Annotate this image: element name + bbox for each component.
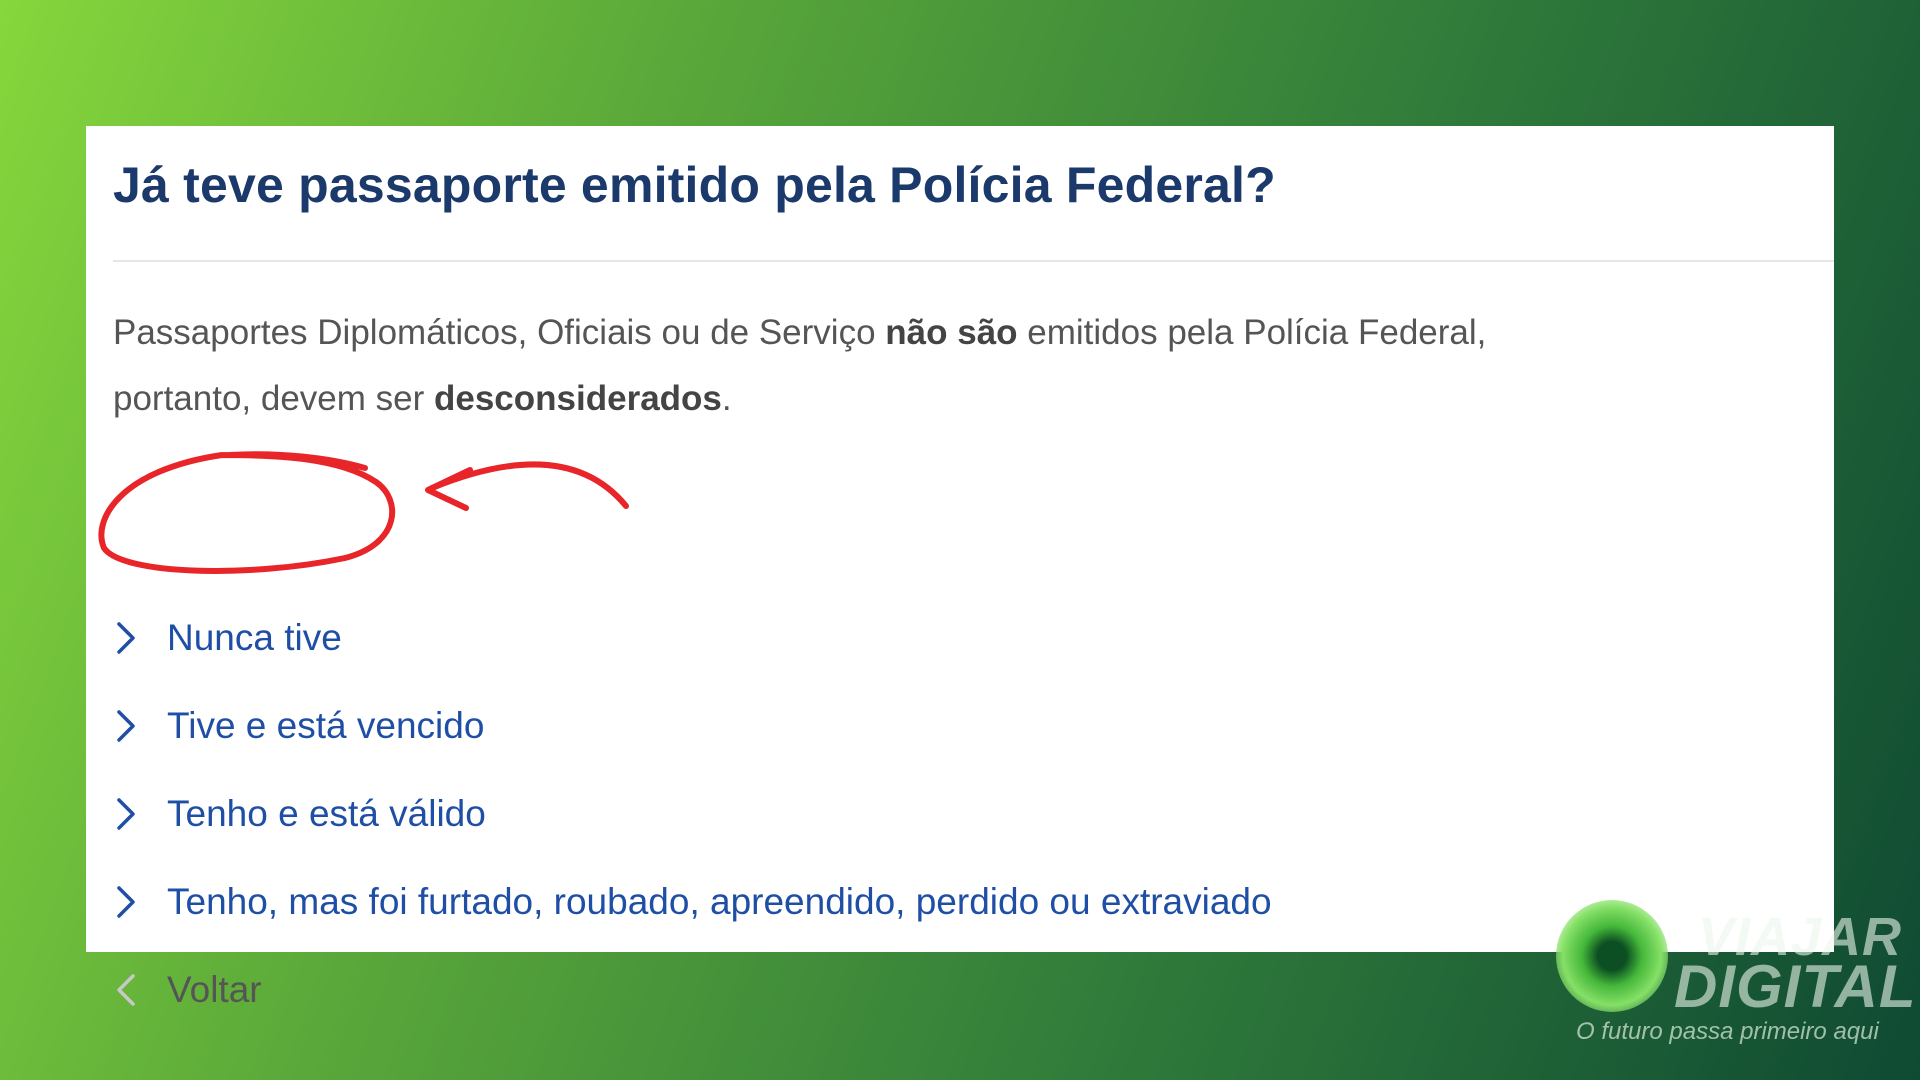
chevron-left-icon	[117, 974, 135, 1006]
passport-question-card: Já teve passaporte emitido pela Polícia …	[86, 126, 1834, 1010]
watermark: VIAJAR DIGITAL O futuro passa primeiro a…	[1556, 900, 1916, 1060]
option-tive-vencido[interactable]: Tive e está vencido	[113, 682, 1272, 770]
chevron-right-icon	[117, 886, 135, 918]
notice-bold-1: não são	[885, 313, 1018, 352]
option-tenho-furtado[interactable]: Tenho, mas foi furtado, roubado, apreend…	[113, 858, 1272, 946]
notice-part-1: Passaportes Diplomáticos, Oficiais ou de…	[113, 313, 886, 352]
option-tenho-valido[interactable]: Tenho e está válido	[113, 770, 1272, 858]
notice-part-3: .	[721, 379, 732, 418]
watermark-logo-icon	[1556, 900, 1668, 1012]
notice-bold-2: desconsiderados	[434, 379, 722, 418]
answer-options: Nunca tive Tive e está vencido Tenho e e…	[113, 594, 1272, 1034]
watermark-tagline: O futuro passa primeiro aqui	[1576, 1018, 1879, 1045]
page-title: Já teve passaporte emitido pela Polícia …	[113, 157, 1276, 213]
option-label: Tive e está vencido	[167, 705, 485, 746]
chevron-right-icon	[117, 622, 135, 654]
chevron-right-icon	[117, 710, 135, 742]
option-nunca-tive[interactable]: Nunca tive	[113, 594, 1272, 682]
option-label: Tenho, mas foi furtado, roubado, apreend…	[167, 881, 1272, 922]
back-label: Voltar	[167, 969, 262, 1010]
watermark-brand-line2: DIGITAL	[1674, 953, 1917, 1020]
chevron-right-icon	[117, 798, 135, 830]
option-label: Tenho e está válido	[167, 793, 486, 834]
back-link[interactable]: Voltar	[113, 946, 1272, 1034]
notice-text: Passaportes Diplomáticos, Oficiais ou de…	[113, 300, 1493, 432]
option-label: Nunca tive	[167, 617, 342, 658]
title-divider	[113, 260, 1834, 262]
